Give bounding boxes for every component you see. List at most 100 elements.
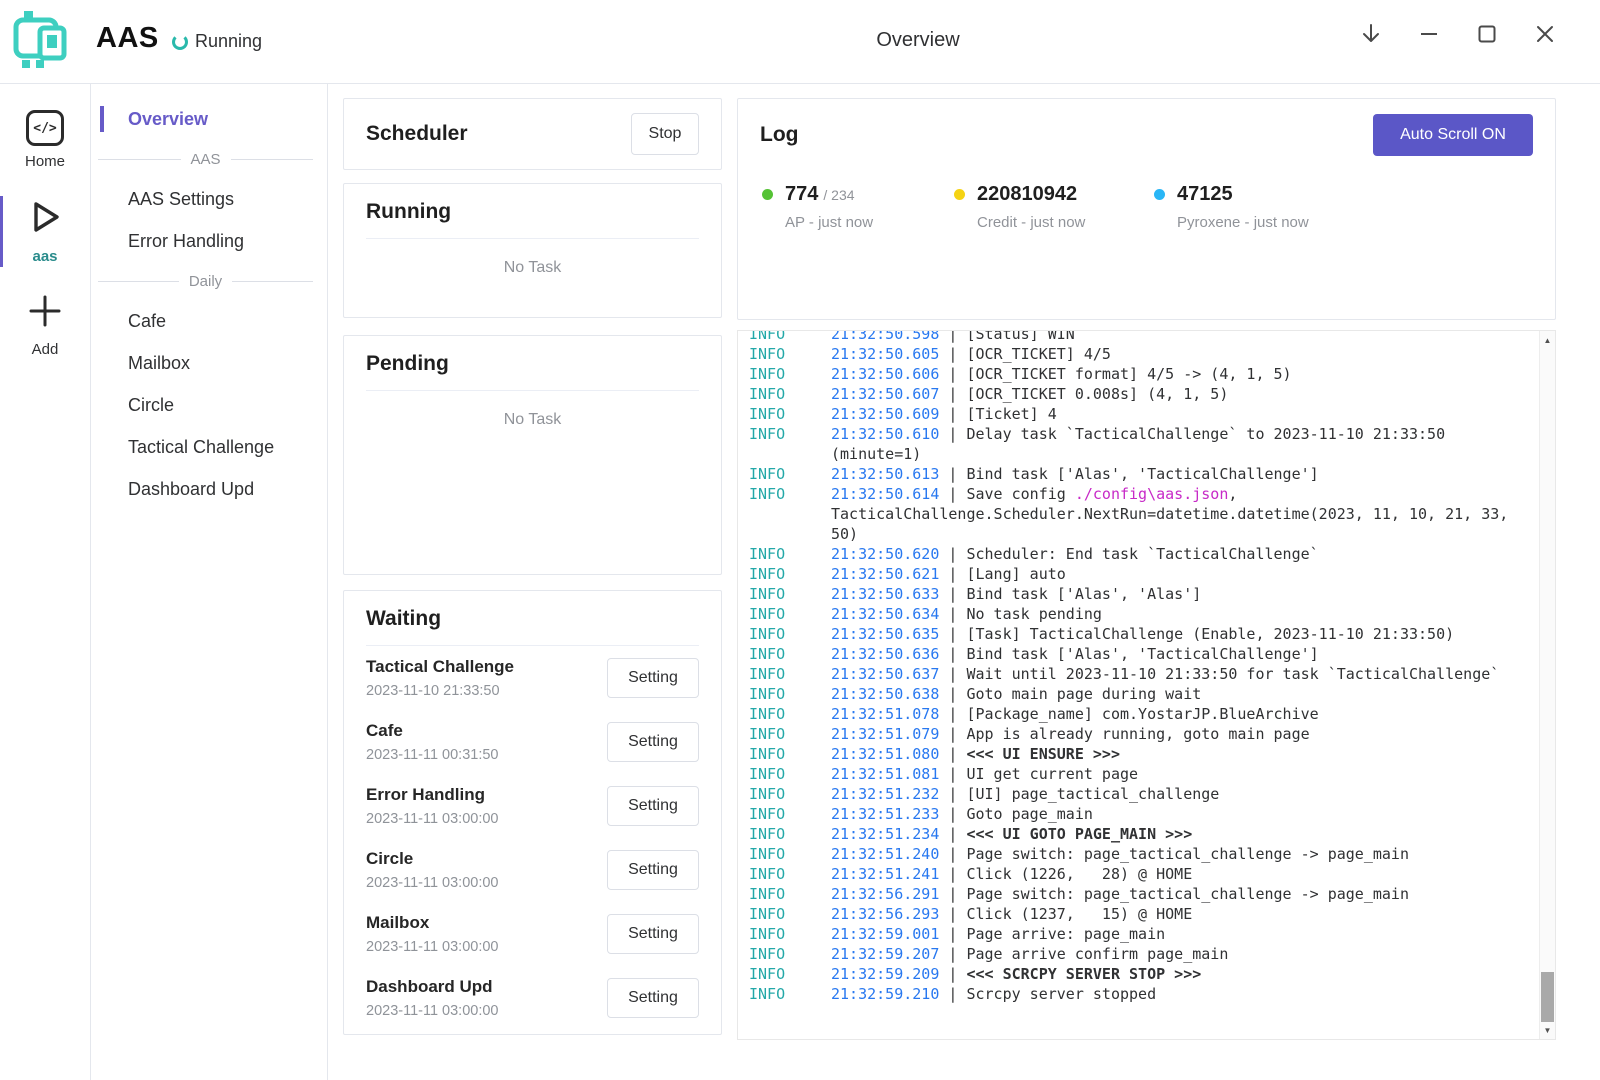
log-entry: INFO21:32:50.609 | [Ticket] 4 bbox=[749, 404, 1539, 424]
scroll-down-icon[interactable]: ▼ bbox=[1540, 1022, 1555, 1038]
log-message: <<< SCRCPY SERVER STOP >>> bbox=[966, 965, 1201, 983]
waiting-task-list: Tactical Challenge2023-11-10 21:33:50Set… bbox=[366, 646, 699, 1030]
waiting-task-info: Dashboard Upd 2023-11-11 03:00:00 bbox=[366, 977, 499, 1019]
waiting-task-name: Dashboard Upd bbox=[366, 977, 499, 997]
rail-item-aas[interactable]: aas bbox=[0, 186, 90, 277]
log-body: 21:32:51.233 | Goto page_main bbox=[831, 804, 1513, 824]
waiting-task-time: 2023-11-11 03:00:00 bbox=[366, 811, 499, 827]
rail-item-home[interactable]: </> Home bbox=[0, 98, 90, 182]
log-separator: | bbox=[939, 865, 966, 883]
download-icon[interactable] bbox=[1356, 16, 1386, 52]
log-level: INFO bbox=[749, 684, 831, 704]
log-message: Bind task ['Alas', 'TacticalChallenge'] bbox=[966, 465, 1318, 483]
auto-scroll-button[interactable]: Auto Scroll ON bbox=[1373, 114, 1533, 156]
log-timestamp: 21:32:56.291 bbox=[831, 885, 939, 903]
log-entry: INFO21:32:50.607 | [OCR_TICKET 0.008s] (… bbox=[749, 384, 1539, 404]
task-setting-button[interactable]: Setting bbox=[607, 786, 699, 826]
waiting-task-info: Circle2023-11-11 03:00:00 bbox=[366, 849, 499, 891]
waiting-task-row: Error Handling2023-11-11 03:00:00Setting bbox=[366, 774, 699, 838]
log-timestamp: 21:32:50.610 bbox=[831, 425, 939, 443]
sidebar-item-mailbox[interactable]: Mailbox bbox=[91, 342, 327, 384]
plus-icon bbox=[27, 293, 63, 334]
waiting-card: Waiting Tactical Challenge2023-11-10 21:… bbox=[343, 590, 722, 1035]
log-entry: INFO21:32:59.210 | Scrcpy server stopped bbox=[749, 984, 1539, 1004]
log-timestamp: 21:32:50.606 bbox=[831, 365, 939, 383]
log-timestamp: 21:32:59.210 bbox=[831, 985, 939, 1003]
log-scrollbar[interactable]: ▲ ▼ bbox=[1539, 331, 1555, 1039]
log-level: INFO bbox=[749, 584, 831, 604]
waiting-task-time: 2023-11-11 03:00:00 bbox=[366, 1003, 499, 1019]
log-message: [Status] WIN bbox=[966, 330, 1074, 343]
stat-label: Pyroxene - just now bbox=[1177, 214, 1309, 231]
log-level: INFO bbox=[749, 624, 831, 644]
waiting-task-time: 2023-11-11 00:31:50 bbox=[366, 747, 499, 763]
rail-item-label: aas bbox=[32, 248, 57, 265]
sidebar-item-dashboard-upd[interactable]: Dashboard Upd bbox=[91, 468, 327, 510]
log-body: 21:32:50.614 | Save config ./config\aas.… bbox=[831, 484, 1513, 544]
log-entry: INFO21:32:50.636 | Bind task ['Alas', 'T… bbox=[749, 644, 1539, 664]
waiting-task-name: Tactical Challenge bbox=[366, 657, 514, 677]
scheduler-stop-button[interactable]: Stop bbox=[631, 113, 699, 155]
log-message: [OCR_TICKET format] 4/5 -> (4, 1, 5) bbox=[966, 365, 1291, 383]
log-body: 21:32:59.210 | Scrcpy server stopped bbox=[831, 984, 1513, 1004]
log-separator: | bbox=[939, 745, 966, 763]
log-entry: INFO21:32:50.614 | Save config ./config\… bbox=[749, 484, 1539, 544]
sidebar-item-aas-settings[interactable]: AAS Settings bbox=[91, 178, 327, 220]
log-stat: 47125Pyroxene - just now bbox=[1154, 183, 1354, 231]
waiting-task-row: Tactical Challenge2023-11-10 21:33:50Set… bbox=[366, 646, 699, 710]
task-setting-button[interactable]: Setting bbox=[607, 658, 699, 698]
sidebar-item-tactical-challenge[interactable]: Tactical Challenge bbox=[91, 426, 327, 468]
log-entry: INFO21:32:50.633 | Bind task ['Alas', 'A… bbox=[749, 584, 1539, 604]
close-icon[interactable] bbox=[1530, 16, 1560, 52]
scroll-up-icon[interactable]: ▲ bbox=[1540, 332, 1555, 348]
stat-dot bbox=[1154, 189, 1165, 200]
log-body: 21:32:50.633 | Bind task ['Alas', 'Alas'… bbox=[831, 584, 1513, 604]
app-window: AAS Running Overview </> Home bbox=[0, 0, 1600, 1080]
task-setting-button[interactable]: Setting bbox=[607, 978, 699, 1018]
stat-number: 220810942 bbox=[977, 183, 1077, 205]
log-message: No task pending bbox=[966, 605, 1101, 623]
sidebar-item-circle[interactable]: Circle bbox=[91, 384, 327, 426]
log-level: INFO bbox=[749, 544, 831, 564]
log-level: INFO bbox=[749, 344, 831, 364]
log-message: Page switch: page_tactical_challenge -> … bbox=[966, 845, 1409, 863]
log-separator: | bbox=[939, 985, 966, 1003]
log-entry: INFO21:32:50.635 | [Task] TacticalChalle… bbox=[749, 624, 1539, 644]
scrollbar-thumb[interactable] bbox=[1541, 972, 1554, 1022]
log-entry: INFO21:32:51.241 | Click (1226, 28) @ HO… bbox=[749, 864, 1539, 884]
maximize-icon[interactable] bbox=[1472, 16, 1502, 52]
log-timestamp: 21:32:59.207 bbox=[831, 945, 939, 963]
log-message: [Task] TacticalChallenge (Enable, 2023-1… bbox=[966, 625, 1454, 643]
log-stat: 220810942Credit - just now bbox=[954, 183, 1154, 231]
log-timestamp: 21:32:51.241 bbox=[831, 865, 939, 883]
log-level: INFO bbox=[749, 844, 831, 864]
log-stat: 774/ 234AP - just now bbox=[762, 183, 954, 231]
log-separator: | bbox=[939, 685, 966, 703]
log-body: 21:32:51.081 | UI get current page bbox=[831, 764, 1513, 784]
log-header: Log Auto Scroll ON bbox=[760, 114, 1533, 156]
log-body: 21:32:59.001 | Page arrive: page_main bbox=[831, 924, 1513, 944]
play-icon bbox=[26, 198, 64, 241]
log-entry: INFO21:32:51.234 | <<< UI GOTO PAGE_MAIN… bbox=[749, 824, 1539, 844]
log-body: 21:32:59.207 | Page arrive confirm page_… bbox=[831, 944, 1513, 964]
log-timestamp: 21:32:51.081 bbox=[831, 765, 939, 783]
log-body: 21:32:50.637 | Wait until 2023-11-10 21:… bbox=[831, 664, 1513, 684]
waiting-task-row: Dashboard Upd 2023-11-11 03:00:00 Setting bbox=[366, 966, 699, 1030]
stat-dot bbox=[954, 189, 965, 200]
log-entry: INFO21:32:50.621 | [Lang] auto bbox=[749, 564, 1539, 584]
log-message: Scheduler: End task `TacticalChallenge` bbox=[966, 545, 1318, 563]
log-level: INFO bbox=[749, 804, 831, 824]
log-level: INFO bbox=[749, 824, 831, 844]
task-setting-button[interactable]: Setting bbox=[607, 850, 699, 890]
minimize-icon[interactable] bbox=[1414, 16, 1444, 52]
rail-item-add[interactable]: Add bbox=[0, 281, 90, 370]
sidebar-item-error-handling[interactable]: Error Handling bbox=[91, 220, 327, 262]
task-setting-button[interactable]: Setting bbox=[607, 914, 699, 954]
log-entry: INFO21:32:59.209 | <<< SCRCPY SERVER STO… bbox=[749, 964, 1539, 984]
log-body: 21:32:50.607 | [OCR_TICKET 0.008s] (4, 1… bbox=[831, 384, 1513, 404]
log-timestamp: 21:32:59.209 bbox=[831, 965, 939, 983]
sidebar-item-cafe[interactable]: Cafe bbox=[91, 300, 327, 342]
task-setting-button[interactable]: Setting bbox=[607, 722, 699, 762]
log-entry: INFO21:32:50.606 | [OCR_TICKET format] 4… bbox=[749, 364, 1539, 384]
sidebar-item-overview[interactable]: Overview bbox=[91, 98, 327, 140]
